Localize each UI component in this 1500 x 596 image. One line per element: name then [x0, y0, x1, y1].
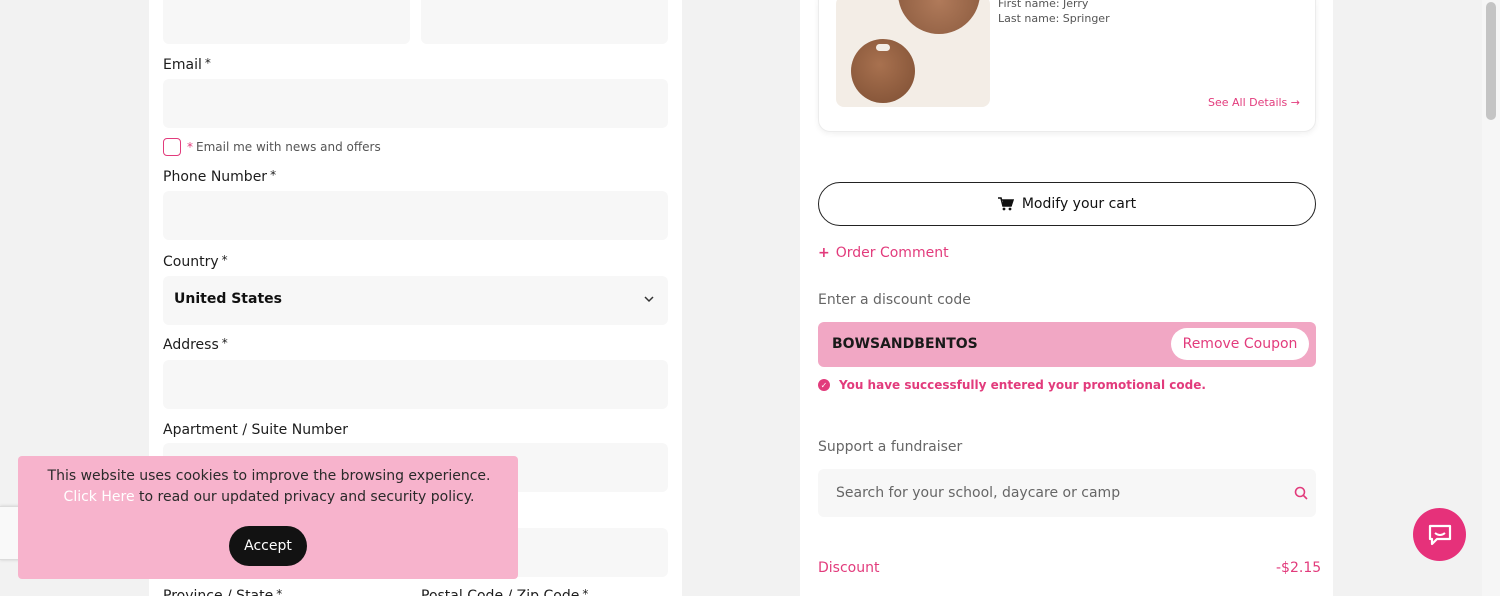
country-select-value: United States: [174, 291, 282, 307]
address-label: Address *: [163, 336, 228, 353]
see-all-details-link[interactable]: See All Details →: [1208, 96, 1300, 109]
order-comment-toggle[interactable]: + Order Comment: [818, 245, 949, 261]
wood-tag-image: [898, 0, 980, 34]
help-chat-button[interactable]: [1413, 508, 1466, 561]
modify-cart-label: Modify your cart: [1021, 196, 1137, 212]
apartment-label: Apartment / Suite Number: [163, 422, 348, 438]
cookie-banner: This website uses cookies to improve the…: [18, 456, 518, 579]
discount-row-value: -$2.15: [1276, 560, 1322, 576]
phone-label: Phone Number *: [163, 168, 277, 185]
accept-cookies-button[interactable]: Accept: [229, 526, 307, 566]
check-circle-icon: ✓: [818, 379, 830, 391]
cart-icon: [997, 197, 1014, 211]
email-field[interactable]: [163, 79, 668, 128]
province-label: Province / State *: [163, 587, 283, 596]
search-icon[interactable]: [1294, 486, 1308, 500]
cookie-message: This website uses cookies to improve the…: [47, 468, 491, 505]
phone-field[interactable]: [163, 191, 668, 240]
privacy-policy-link[interactable]: Click Here: [64, 489, 135, 505]
discount-row-label: Discount: [818, 560, 880, 576]
last-name-field[interactable]: [421, 0, 668, 44]
last-name-detail: Last name: Springer: [998, 12, 1110, 25]
first-name-detail: First name: Jerry: [998, 0, 1089, 10]
plus-icon: +: [818, 245, 830, 261]
discount-code-label: Enter a discount code: [818, 292, 971, 308]
remove-coupon-button[interactable]: Remove Coupon: [1171, 328, 1309, 360]
chat-bubble-icon: [1428, 524, 1451, 545]
postal-label: Postal Code / Zip Code *: [421, 587, 589, 596]
wood-tag-image: [851, 39, 915, 103]
newsletter-checkbox[interactable]: [163, 138, 181, 156]
email-label: Email *: [163, 56, 211, 73]
newsletter-label: * Email me with news and offers: [187, 140, 381, 154]
modify-cart-button[interactable]: Modify your cart: [818, 182, 1316, 226]
scrollbar-thumb[interactable]: [1486, 2, 1496, 120]
fundraiser-label: Support a fundraiser: [818, 439, 963, 455]
country-label: Country *: [163, 253, 228, 270]
fundraiser-search-input[interactable]: Search for your school, daycare or camp: [818, 469, 1316, 517]
coupon-code: BOWSANDBENTOS: [832, 336, 978, 352]
page-scrollbar[interactable]: [1482, 0, 1500, 596]
first-name-field[interactable]: [163, 0, 410, 44]
address-field[interactable]: [163, 360, 668, 409]
chevron-down-icon: [644, 296, 654, 303]
product-image: [836, 0, 990, 107]
applied-coupon-bar: BOWSANDBENTOS Remove Coupon: [818, 322, 1316, 367]
fundraiser-placeholder: Search for your school, daycare or camp: [836, 485, 1121, 501]
coupon-success-message: You have successfully entered your promo…: [839, 378, 1206, 392]
